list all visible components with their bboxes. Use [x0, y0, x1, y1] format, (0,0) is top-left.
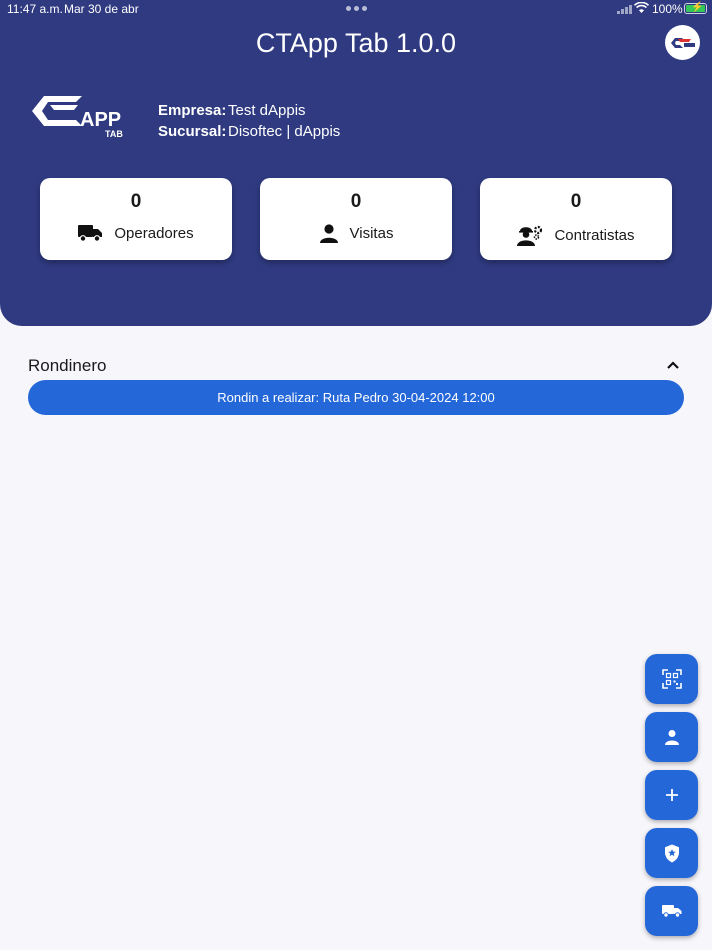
- ctapp-logo: APP TAB: [30, 93, 130, 139]
- visitas-count: 0: [350, 191, 362, 212]
- stats-cards: 0 Operadores 0 Visitas 0 Contratistas: [40, 178, 672, 260]
- rondinero-title: Rondinero: [28, 356, 107, 375]
- card-visitas[interactable]: 0 Visitas: [260, 178, 452, 260]
- rondin-route-text: Rondin a realizar: Ruta Pedro 30-04-2024…: [217, 390, 495, 405]
- signal-icon: [617, 4, 632, 14]
- chevron-up-icon[interactable]: [664, 357, 682, 373]
- person-icon: [319, 224, 338, 243]
- header: 11:47 a.m. Mar 30 de abr 100% ⚡ CTApp Ta…: [0, 0, 712, 326]
- ctapp-small-logo-icon: [670, 37, 695, 48]
- contratistas-label: Contratistas: [554, 226, 635, 244]
- qr-scan-button[interactable]: [645, 654, 698, 704]
- card-operadores[interactable]: 0 Operadores: [40, 178, 232, 260]
- truck-icon: [78, 225, 103, 242]
- contratistas-count: 0: [570, 191, 582, 212]
- operadores-count: 0: [130, 191, 142, 212]
- sucursal-label: Sucursal:: [158, 122, 227, 140]
- security-button[interactable]: [645, 828, 698, 878]
- wifi-icon: [633, 1, 650, 17]
- truck-icon: [661, 905, 681, 918]
- company-info: Empresa: Test dAppis Sucursal: Disoftec …: [158, 101, 340, 142]
- battery-percent: 100%: [652, 2, 683, 16]
- person-icon: [664, 730, 679, 745]
- empresa-label: Empresa:: [158, 102, 227, 119]
- operadores-label: Operadores: [114, 224, 194, 242]
- card-contratistas[interactable]: 0 Contratistas: [480, 178, 672, 260]
- rondin-route-button[interactable]: Rondin a realizar: Ruta Pedro 30-04-2024…: [28, 380, 684, 415]
- multitask-dots-icon[interactable]: [346, 6, 367, 11]
- status-time: 11:47 a.m.: [7, 2, 63, 16]
- svg-text:TAB: TAB: [105, 129, 123, 139]
- app-title: CTApp Tab 1.0.0: [255, 28, 457, 58]
- empresa-value: Test dAppis: [228, 102, 306, 119]
- qr-scan-icon: [661, 669, 682, 689]
- status-bar: 11:47 a.m. Mar 30 de abr 100% ⚡: [0, 0, 712, 18]
- battery-icon: ⚡: [684, 2, 707, 14]
- worker-gear-icon: [517, 225, 543, 246]
- add-visitor-button[interactable]: [645, 712, 698, 762]
- svg-text:APP: APP: [80, 109, 121, 131]
- add-button[interactable]: [645, 770, 698, 820]
- sucursal-value: Disoftec | dAppis: [228, 122, 341, 140]
- visitas-label: Visitas: [349, 225, 394, 242]
- shield-star-icon: [664, 844, 679, 862]
- avatar[interactable]: [665, 25, 700, 60]
- add-operator-button[interactable]: [645, 886, 698, 936]
- status-date: Mar 30 de abr: [64, 2, 139, 16]
- plus-icon: [665, 789, 678, 801]
